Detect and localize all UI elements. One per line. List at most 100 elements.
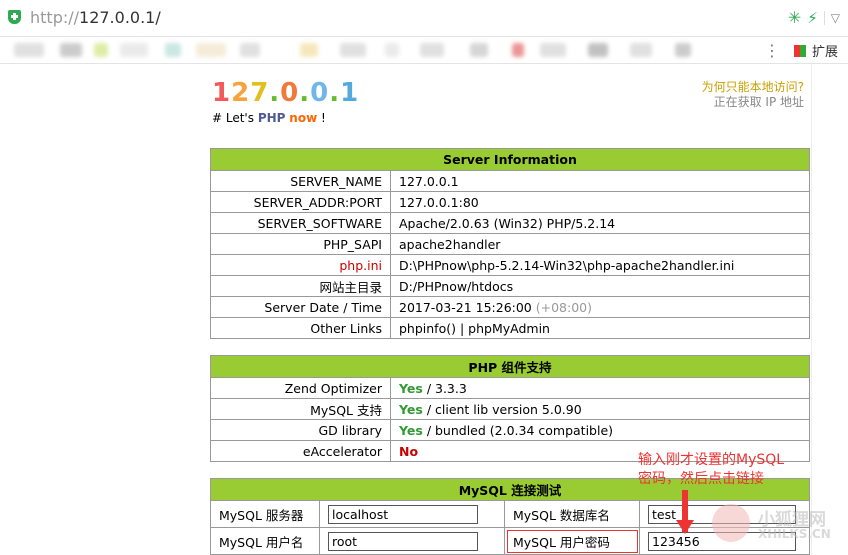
blurred-bookmark[interactable] <box>60 43 82 57</box>
other-links[interactable]: phpinfo() | phpMyAdmin <box>390 317 810 339</box>
mysql-server-label: MySQL 服务器 <box>210 500 320 528</box>
row-value: D:\PHPnow\php-5.2.14-Win32\php-apache2ha… <box>390 254 810 276</box>
logo-char: 0 <box>280 78 300 108</box>
status-yes: Yes <box>399 422 423 438</box>
row-key: SERVER_ADDR:PORT <box>210 191 391 213</box>
blurred-bookmark[interactable] <box>588 43 608 57</box>
mysql-user-label: MySQL 用户名 <box>210 527 320 555</box>
component-version: / 3.3.3 <box>426 380 467 396</box>
row-value: D:/PHPnow/htdocs <box>390 275 810 297</box>
blurred-bookmark[interactable] <box>120 43 148 57</box>
row-key: Server Date / Time <box>210 296 391 318</box>
mysql-server-input[interactable]: localhost <box>328 504 478 524</box>
address-bar[interactable]: http://127.0.0.1/ ✳ ⚡ ▽ <box>0 0 848 37</box>
blurred-bookmark[interactable] <box>240 43 260 57</box>
table-row: MySQL 支持 Yes / client lib version 5.0.90 <box>210 398 810 420</box>
blurred-bookmark[interactable] <box>94 43 108 57</box>
status-no: No <box>399 443 419 459</box>
table-row: Server Date / Time 2017-03-21 15:26:00 (+… <box>210 296 810 318</box>
row-key: Zend Optimizer <box>210 377 391 399</box>
table-row: SERVER_SOFTWARE Apache/2.0.63 (Win32) PHP… <box>210 212 810 234</box>
row-value: 2017-03-21 15:26:00 (+08:00) <box>390 296 810 318</box>
blurred-bookmark[interactable] <box>385 43 399 57</box>
table-row: Other Links phpinfo() | phpMyAdmin <box>210 317 810 339</box>
status-yes: Yes <box>399 380 423 396</box>
logo-char: 0 <box>310 78 330 108</box>
tagline-suffix: ! <box>320 111 326 125</box>
blurred-bookmark[interactable] <box>14 43 44 57</box>
logo-char: 1 <box>212 78 232 108</box>
row-value: apache2handler <box>390 233 810 255</box>
annotation-line-2: 密码，然后点击链接 <box>638 471 764 487</box>
why-local-link[interactable]: 为何只能本地访问? <box>702 80 804 95</box>
mysql-db-label: MySQL 数据库名 <box>504 500 640 528</box>
logo-char: 2 <box>231 78 251 108</box>
site-logo: 127.0.0.1 <box>212 78 359 108</box>
row-key: Other Links <box>210 317 391 339</box>
table-row: PHP_SAPI apache2handler <box>210 233 810 255</box>
component-version: / bundled (2.0.34 compatible) <box>426 422 614 438</box>
url-protocol: http:// <box>30 8 80 27</box>
table-row: 网站主目录 D:/PHPnow/htdocs <box>210 275 810 297</box>
blurred-bookmark[interactable] <box>630 43 652 57</box>
row-value: Yes / bundled (2.0.34 compatible) <box>390 419 810 441</box>
server-time: 2017-03-21 15:26:00 <box>399 299 532 315</box>
extensions-label[interactable]: 扩展 <box>812 41 838 60</box>
logo-char: . <box>329 78 341 108</box>
blurred-bookmark[interactable] <box>196 43 226 57</box>
php-components-title: PHP 组件支持 <box>210 355 810 378</box>
blurred-bookmark[interactable] <box>470 43 488 57</box>
blurred-bookmark[interactable] <box>675 43 691 57</box>
annotation-text: 输入刚才设置的MySQL 密码，然后点击链接 <box>638 451 784 489</box>
php-ini-link[interactable]: php.ini <box>210 254 391 276</box>
tagline-php: PHP <box>257 111 286 125</box>
table-row: SERVER_ADDR:PORT 127.0.0.1:80 <box>210 191 810 213</box>
logo-char: . <box>269 78 281 108</box>
table-row: php.ini D:\PHPnow\php-5.2.14-Win32\php-ap… <box>210 254 810 276</box>
row-key: PHP_SAPI <box>210 233 391 255</box>
timezone-offset: (+08:00) <box>535 299 592 315</box>
row-key: GD library <box>210 419 391 441</box>
logo-char: 1 <box>340 78 360 108</box>
watermark-url: XHILKS.CN <box>758 527 831 541</box>
blurred-bookmark[interactable] <box>165 43 181 57</box>
ip-status-text: 正在获取 IP 地址 <box>713 95 804 109</box>
blurred-bookmark[interactable] <box>300 43 318 57</box>
security-shield-icon[interactable] <box>8 10 21 24</box>
table-row: GD library Yes / bundled (2.0.34 compatib… <box>210 419 810 441</box>
annotation-line-1: 输入刚才设置的MySQL <box>638 452 785 468</box>
blurred-bookmark[interactable] <box>420 43 444 57</box>
chevron-down-icon[interactable]: ▽ <box>823 10 840 25</box>
url-host: 127.0.0.1/ <box>79 8 161 27</box>
row-key: SERVER_SOFTWARE <box>210 212 391 234</box>
lightning-icon[interactable]: ⚡ <box>807 9 818 27</box>
refresh-icon[interactable]: ✳ <box>788 8 801 27</box>
table-row: SERVER_NAME 127.0.0.1 <box>210 170 810 192</box>
more-menu-icon[interactable]: ⋮ <box>764 41 780 60</box>
server-info-title: Server Information <box>210 148 810 171</box>
table-row: Zend Optimizer Yes / 3.3.3 <box>210 377 810 399</box>
url-text[interactable]: http://127.0.0.1/ <box>30 8 161 27</box>
row-key: MySQL 支持 <box>210 398 391 420</box>
server-info-table: Server Information SERVER_NAME 127.0.0.1 … <box>210 148 810 339</box>
blurred-bookmark[interactable] <box>512 43 524 57</box>
row-value: Yes / client lib version 5.0.90 <box>390 398 810 420</box>
blurred-bookmark[interactable] <box>540 43 566 57</box>
scrollbar[interactable] <box>811 64 848 555</box>
mysql-user-input[interactable]: root <box>328 531 478 551</box>
tagline-prefix: # Let's <box>212 111 254 125</box>
tagline-now: now <box>289 111 318 125</box>
blurred-bookmark[interactable] <box>340 43 366 57</box>
annotation-arrowhead <box>676 520 694 534</box>
extension-icon[interactable] <box>793 44 806 57</box>
logo-char: . <box>299 78 311 108</box>
component-version: / client lib version 5.0.90 <box>426 401 582 417</box>
row-key: eAccelerator <box>210 440 391 462</box>
fox-logo-icon <box>712 504 750 542</box>
status-yes: Yes <box>399 401 423 417</box>
row-value: 127.0.0.1 <box>390 170 810 192</box>
watermark: 小狐狸网 XHILKS.CN <box>706 500 846 555</box>
mysql-password-label: MySQL 用户密码 <box>504 527 640 555</box>
row-value: 127.0.0.1:80 <box>390 191 810 213</box>
row-value: Apache/2.0.63 (Win32) PHP/5.2.14 <box>390 212 810 234</box>
